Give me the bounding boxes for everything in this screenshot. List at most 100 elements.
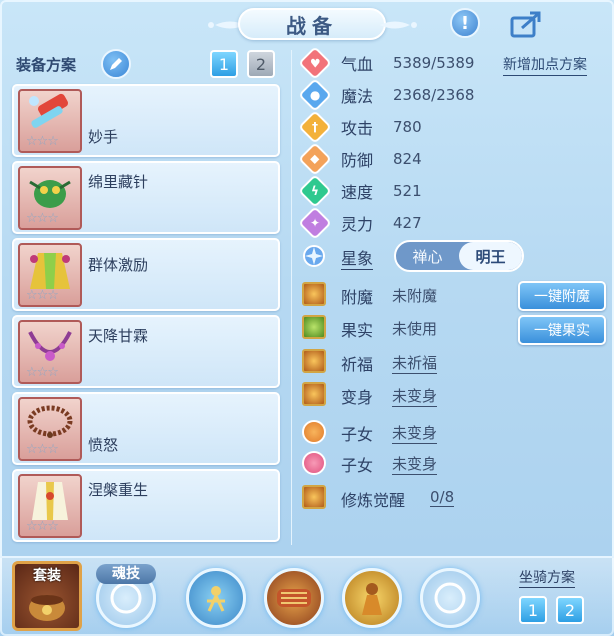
fruit-icon bbox=[302, 315, 326, 339]
enchant-label: 附魔 bbox=[341, 288, 374, 307]
stat-row: ✦ 灵力 427 bbox=[298, 206, 422, 240]
star-rating: ☆☆☆ bbox=[26, 442, 59, 457]
enchant-value: 未附魔 bbox=[392, 287, 438, 305]
stat-row: ♥ 气血 5389/5389 bbox=[298, 46, 474, 80]
stat-label: 灵力 bbox=[341, 215, 374, 234]
star-compass-icon bbox=[303, 245, 325, 267]
equipment-name: 天降甘霖 bbox=[88, 327, 149, 345]
stat-value: 427 bbox=[393, 214, 422, 232]
stat-label: 攻击 bbox=[341, 119, 374, 138]
constellation-toggle[interactable]: 禅心 明王 bbox=[394, 240, 524, 272]
lightning-icon: ϟ bbox=[298, 174, 332, 208]
scroll-skill-icon bbox=[277, 589, 311, 607]
child-lotus-icon bbox=[302, 451, 326, 475]
star-rating: ☆☆☆ bbox=[26, 365, 59, 380]
awaken-label: 修炼觉醒 bbox=[341, 491, 406, 510]
spirit-icon: ✦ bbox=[298, 206, 332, 240]
one-click-enchant-button[interactable]: 一键附魔 bbox=[518, 281, 606, 311]
equipment-name: 愤怒 bbox=[88, 436, 119, 454]
stat-value: 824 bbox=[393, 150, 422, 168]
equipment-slot[interactable]: ☆☆☆ 群体激励 bbox=[12, 238, 280, 311]
equipment-slot[interactable]: ☆☆☆ 天降甘霖 bbox=[12, 315, 280, 388]
one-click-fruit-button[interactable]: 一键果实 bbox=[518, 315, 606, 345]
transform-icon bbox=[302, 382, 326, 406]
awaken-value[interactable]: 0/8 bbox=[430, 488, 455, 507]
star-rating: ☆☆☆ bbox=[26, 211, 59, 226]
golden-robe-icon: ☆☆☆ bbox=[18, 243, 82, 307]
child-label: 子女 bbox=[341, 425, 374, 444]
warrior-skill-icon bbox=[362, 583, 382, 615]
equipment-slot[interactable]: ☆☆☆ 绵里藏针 bbox=[12, 161, 280, 234]
share-icon[interactable] bbox=[508, 8, 544, 40]
add-point-plan-link[interactable]: 新增加点方案 bbox=[503, 54, 587, 76]
stat-glyph: ◆ bbox=[310, 151, 320, 166]
child-label-2: 子女 bbox=[341, 456, 374, 475]
dancer-skill-icon bbox=[207, 586, 225, 612]
mount-plan-tab-1[interactable]: 1 bbox=[519, 596, 547, 624]
sword-icon: † bbox=[298, 110, 332, 144]
edit-pen-icon[interactable] bbox=[101, 49, 131, 79]
equipment-plan-tab-2[interactable]: 2 bbox=[247, 50, 275, 78]
stat-glyph: ✦ bbox=[309, 216, 321, 230]
stat-label: 防御 bbox=[341, 151, 374, 170]
blessing-label: 祈福 bbox=[341, 355, 374, 374]
column-divider bbox=[291, 50, 292, 545]
ice-lolly-weapon-icon: ☆☆☆ bbox=[18, 89, 82, 153]
shield-icon: ◆ bbox=[298, 142, 332, 176]
star-rating: ☆☆☆ bbox=[26, 134, 59, 149]
stat-row: † 攻击 780 bbox=[298, 110, 422, 144]
enchant-icon bbox=[302, 282, 326, 306]
stat-row: ● 魔法 2368/2368 bbox=[298, 78, 474, 112]
stat-glyph: ϟ bbox=[311, 183, 319, 198]
stat-label: 气血 bbox=[341, 55, 374, 74]
skill-slot-scroll[interactable] bbox=[264, 568, 324, 628]
mana-icon: ● bbox=[298, 78, 332, 112]
stat-glyph: ♥ bbox=[309, 55, 321, 70]
empty-slot-icon bbox=[434, 582, 466, 614]
awaken-icon bbox=[302, 485, 326, 509]
mount-plan-title: 坐骑方案 bbox=[519, 567, 575, 588]
bead-necklace-icon: ☆☆☆ bbox=[18, 397, 82, 461]
skill-slot-warrior[interactable] bbox=[342, 568, 402, 628]
stat-value: 780 bbox=[393, 118, 422, 136]
skill-slot-dancer[interactable] bbox=[186, 568, 246, 628]
stat-value: 521 bbox=[393, 182, 422, 200]
cauldron-icon bbox=[29, 595, 65, 621]
child-value[interactable]: 未变身 bbox=[392, 422, 438, 444]
child-icon bbox=[302, 420, 326, 444]
equipment-plan-tab-1[interactable]: 1 bbox=[210, 50, 238, 78]
equipment-name: 绵里藏针 bbox=[88, 173, 149, 191]
alert-icon[interactable]: ! bbox=[450, 8, 480, 38]
empty-skill-slot[interactable] bbox=[420, 568, 480, 628]
stat-label: 魔法 bbox=[341, 87, 374, 106]
transform-value[interactable]: 未变身 bbox=[392, 385, 438, 407]
fruit-label: 果实 bbox=[341, 321, 374, 340]
constellation-label: 星象 bbox=[341, 245, 374, 270]
transform-label: 变身 bbox=[341, 388, 374, 407]
white-robe-icon: ☆☆☆ bbox=[18, 474, 82, 538]
equipment-slot[interactable]: ☆☆☆ 涅槃重生 bbox=[12, 469, 280, 542]
constellation-option-chanxin[interactable]: 禅心 bbox=[396, 242, 459, 270]
child-value-2[interactable]: 未变身 bbox=[392, 453, 438, 475]
purple-necklace-icon: ☆☆☆ bbox=[18, 320, 82, 384]
fruit-value: 未使用 bbox=[392, 320, 438, 338]
heart-icon: ♥ bbox=[298, 46, 332, 80]
stat-glyph: † bbox=[312, 120, 318, 134]
mount-plan-tab-2[interactable]: 2 bbox=[556, 596, 584, 624]
constellation-option-mingwang[interactable]: 明王 bbox=[459, 242, 522, 270]
stat-row: ϟ 速度 521 bbox=[298, 174, 422, 208]
soul-skill-label: 魂技 bbox=[96, 564, 156, 584]
page-title: 战备 bbox=[238, 8, 386, 40]
stat-value: 5389/5389 bbox=[393, 54, 475, 72]
equipment-name: 妙手 bbox=[88, 128, 119, 146]
blessing-value[interactable]: 未祈福 bbox=[392, 352, 438, 374]
stat-row: ◆ 防御 824 bbox=[298, 142, 422, 176]
title-ornament-right bbox=[380, 21, 417, 29]
equipment-slot[interactable]: ☆☆☆ 愤怒 bbox=[12, 392, 280, 465]
stat-glyph: ● bbox=[309, 87, 321, 102]
stat-label: 速度 bbox=[341, 183, 374, 202]
equipment-name: 群体激励 bbox=[88, 256, 149, 274]
equipment-slot[interactable]: ☆☆☆ 妙手 bbox=[12, 84, 280, 157]
green-creature-icon: ☆☆☆ bbox=[18, 166, 82, 230]
stat-value: 2368/2368 bbox=[393, 86, 475, 104]
